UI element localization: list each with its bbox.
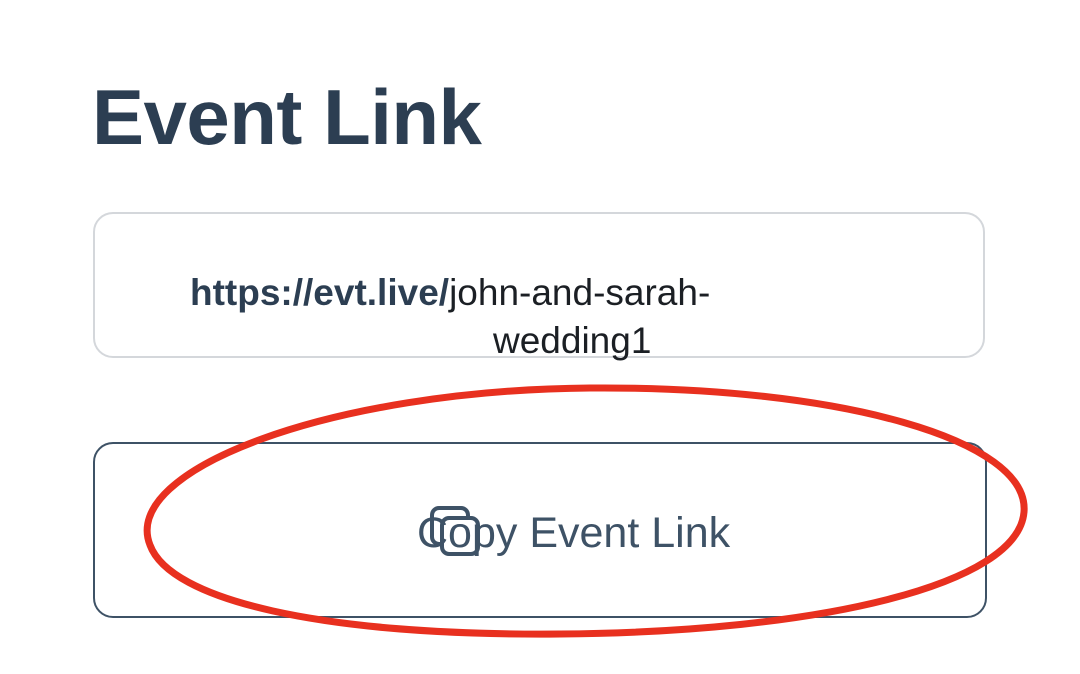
event-link-slug-part-1: john-and-sarah- (449, 272, 711, 313)
event-link-line-2: wedding1 (493, 314, 651, 368)
copy-event-link-button[interactable]: Copy Event Link (93, 442, 987, 618)
copy-event-link-label: Copy Event Link (417, 509, 731, 557)
event-link-field[interactable]: https://evt.live/john-and-sarah- wedding… (93, 212, 985, 361)
event-link-page: Event Link https://evt.live/john-and-sar… (0, 0, 1080, 674)
event-link-slug-part-2: wedding1 (493, 320, 652, 361)
page-title: Event Link (92, 73, 482, 161)
event-link-line-1: https://evt.live/john-and-sarah- (190, 266, 710, 320)
event-link-domain: https://evt.live/ (190, 272, 450, 313)
